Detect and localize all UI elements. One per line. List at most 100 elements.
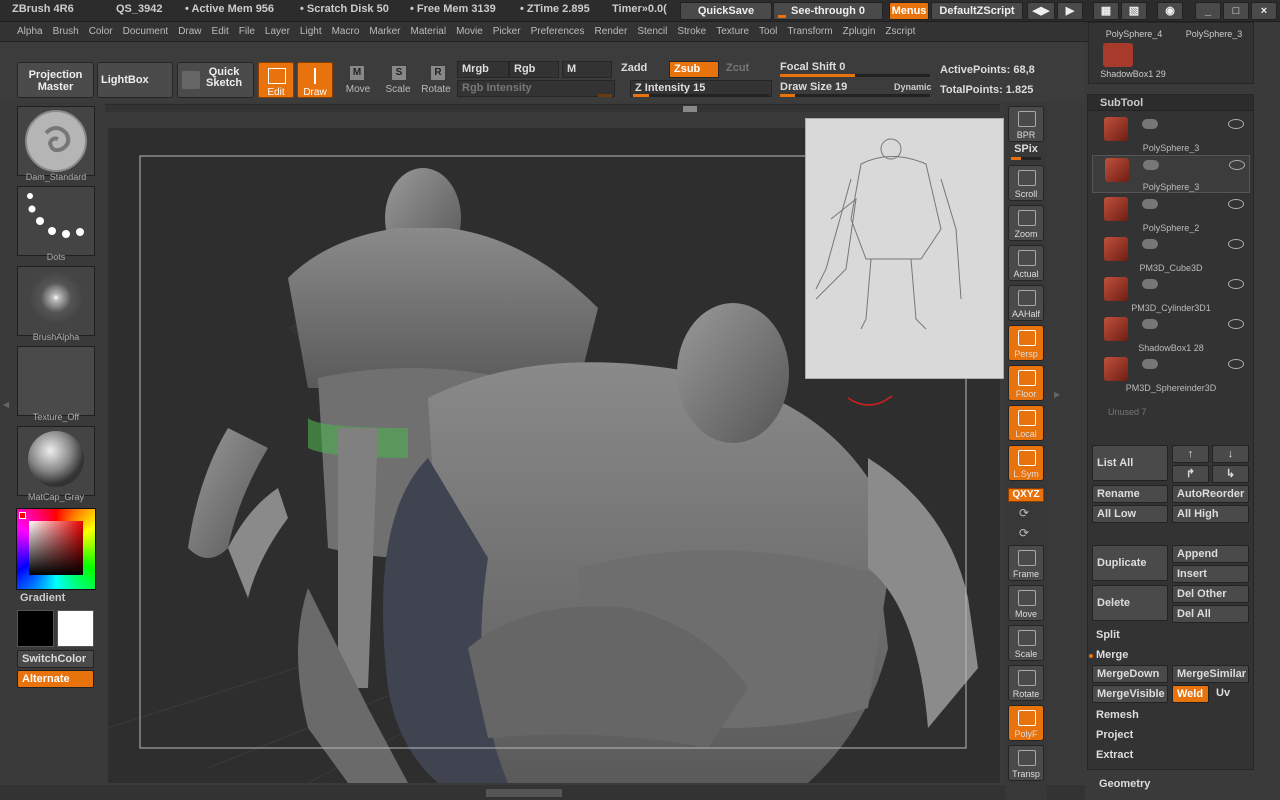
color-picker[interactable] (16, 508, 96, 590)
subtool-row[interactable]: PolySphere_3 (1092, 115, 1250, 153)
menu-texture[interactable]: Texture (711, 22, 754, 41)
move-top-icon[interactable]: ↱ (1172, 465, 1209, 483)
top-scroll-handle[interactable] (683, 106, 697, 112)
mergesimilar-button[interactable]: MergeSimilar (1172, 665, 1249, 683)
subtool-row[interactable]: PolySphere_2 (1092, 195, 1250, 233)
gradient-label[interactable]: Gradient (20, 592, 65, 604)
menu-macro[interactable]: Macro (327, 22, 365, 41)
rotate-axis2-icon[interactable]: ⟳ (1019, 526, 1029, 540)
top-scroll-strip[interactable] (105, 104, 1000, 112)
scale-button[interactable]: Scale (1008, 625, 1044, 661)
menu-brush[interactable]: Brush (48, 22, 84, 41)
lsym-button[interactable]: L.Sym (1008, 445, 1044, 481)
split-section[interactable]: Split (1096, 629, 1120, 641)
close-icon[interactable]: × (1251, 2, 1277, 20)
extract-section[interactable]: Extract (1096, 749, 1133, 761)
polypaint-toggle-icon[interactable] (1142, 359, 1158, 369)
secondary-color-swatch[interactable] (57, 610, 94, 647)
mergevisible-button[interactable]: MergeVisible (1092, 685, 1168, 703)
move-up-icon[interactable]: ↑ (1172, 445, 1209, 463)
rotate-button[interactable]: Rotate (1008, 665, 1044, 701)
move-button[interactable]: M Move (340, 64, 376, 98)
menu-zscript[interactable]: Zscript (880, 22, 920, 41)
scale-button[interactable]: S Scale (380, 64, 416, 98)
brush-thumb[interactable] (17, 106, 95, 176)
shadowbox-thumb-icon[interactable] (1103, 43, 1133, 67)
subtool-row[interactable]: PM3D_Cylinder3D1 (1092, 275, 1250, 313)
layout-b-icon[interactable]: ▧ (1121, 2, 1147, 20)
remesh-section[interactable]: Remesh (1096, 709, 1139, 721)
menu-alpha[interactable]: Alpha (12, 22, 48, 41)
alternate-button[interactable]: Alternate (17, 670, 94, 688)
visibility-eye-icon[interactable] (1228, 319, 1244, 329)
menu-edit[interactable]: Edit (207, 22, 234, 41)
polypaint-toggle-icon[interactable] (1142, 119, 1158, 129)
menu-tool[interactable]: Tool (754, 22, 782, 41)
layout-next-icon[interactable]: ▶ (1057, 2, 1083, 20)
actual-button[interactable]: Actual (1008, 245, 1044, 281)
menu-color[interactable]: Color (84, 22, 118, 41)
bpr-button[interactable]: BPR (1008, 106, 1044, 142)
merge-section[interactable]: Merge (1096, 649, 1128, 661)
zcut-button[interactable]: Zcut (722, 61, 772, 78)
see-through-slider[interactable]: See-through 0 (773, 2, 883, 20)
menu-stencil[interactable]: Stencil (632, 22, 672, 41)
visibility-eye-icon[interactable] (1228, 239, 1244, 249)
polypaint-toggle-icon[interactable] (1142, 319, 1158, 329)
tool-thumb-shadowbox[interactable]: ShadowBox1 29 (1093, 69, 1173, 79)
left-dock-arrow-icon[interactable]: ◀ (3, 400, 9, 430)
subtool-row[interactable]: PM3D_Sphereinder3D (1092, 355, 1250, 393)
menu-picker[interactable]: Picker (488, 22, 526, 41)
subtool-row[interactable]: ShadowBox1 28 (1092, 315, 1250, 353)
delall-button[interactable]: Del All (1172, 605, 1249, 623)
quicksave-button[interactable]: QuickSave (680, 2, 772, 20)
subtool-row[interactable]: PolySphere_3 (1092, 155, 1250, 193)
frame-button[interactable]: Frame (1008, 545, 1044, 581)
polypaint-toggle-icon[interactable] (1143, 160, 1159, 170)
tool-thumb-polysphere3[interactable]: PolySphere_3 (1175, 29, 1253, 39)
color-marker[interactable] (19, 512, 26, 519)
minimize-icon[interactable]: _ (1195, 2, 1221, 20)
polyf-button[interactable]: PolyF (1008, 705, 1044, 741)
quick-sketch-button[interactable]: Quick Sketch (177, 62, 254, 98)
delother-button[interactable]: Del Other (1172, 585, 1249, 603)
menu-light[interactable]: Light (295, 22, 327, 41)
material-thumb[interactable] (17, 426, 95, 496)
edit-button[interactable]: Edit (258, 62, 294, 98)
menu-preferences[interactable]: Preferences (526, 22, 590, 41)
zadd-button[interactable]: Zadd (617, 61, 667, 78)
rename-button[interactable]: Rename (1092, 485, 1168, 503)
visibility-eye-icon[interactable] (1229, 160, 1245, 170)
primary-color-swatch[interactable] (17, 610, 54, 647)
rotate-button[interactable]: R Rotate (418, 64, 454, 98)
weld-toggle[interactable]: Weld (1172, 685, 1209, 703)
move-down-icon[interactable]: ↓ (1212, 445, 1249, 463)
visibility-eye-icon[interactable] (1228, 359, 1244, 369)
move-button[interactable]: Move (1008, 585, 1044, 621)
lightbox-button[interactable]: LightBox (97, 62, 173, 98)
mergedown-button[interactable]: MergeDown (1092, 665, 1168, 683)
focal-shift-slider[interactable]: Focal Shift 0 (776, 60, 934, 77)
uv-toggle[interactable]: Uv (1212, 685, 1249, 703)
layout-prev-icon[interactable]: ◀▶ (1027, 2, 1055, 20)
draw-button[interactable]: Draw (297, 62, 333, 98)
default-zscript-button[interactable]: DefaultZScript (931, 2, 1023, 20)
texture-thumb[interactable] (17, 346, 95, 416)
polypaint-toggle-icon[interactable] (1142, 239, 1158, 249)
m-button[interactable]: M (562, 61, 612, 78)
dock-arrow-icon[interactable]: ▶ (1054, 390, 1060, 420)
menu-movie[interactable]: Movie (451, 22, 488, 41)
saturation-square[interactable] (29, 521, 83, 575)
menu-draw[interactable]: Draw (173, 22, 206, 41)
lock-icon[interactable]: ◉ (1157, 2, 1183, 20)
persp-button[interactable]: Persp (1008, 325, 1044, 361)
polypaint-toggle-icon[interactable] (1142, 279, 1158, 289)
spix-label[interactable]: SPix (1006, 143, 1046, 155)
menu-layer[interactable]: Layer (260, 22, 295, 41)
switchcolor-button[interactable]: SwitchColor (17, 650, 94, 668)
duplicate-button[interactable]: Duplicate (1092, 545, 1168, 581)
projection-master-button[interactable]: Projection Master (17, 62, 94, 98)
mrgb-button[interactable]: Mrgb (457, 61, 509, 78)
visibility-eye-icon[interactable] (1228, 199, 1244, 209)
menu-transform[interactable]: Transform (782, 22, 837, 41)
